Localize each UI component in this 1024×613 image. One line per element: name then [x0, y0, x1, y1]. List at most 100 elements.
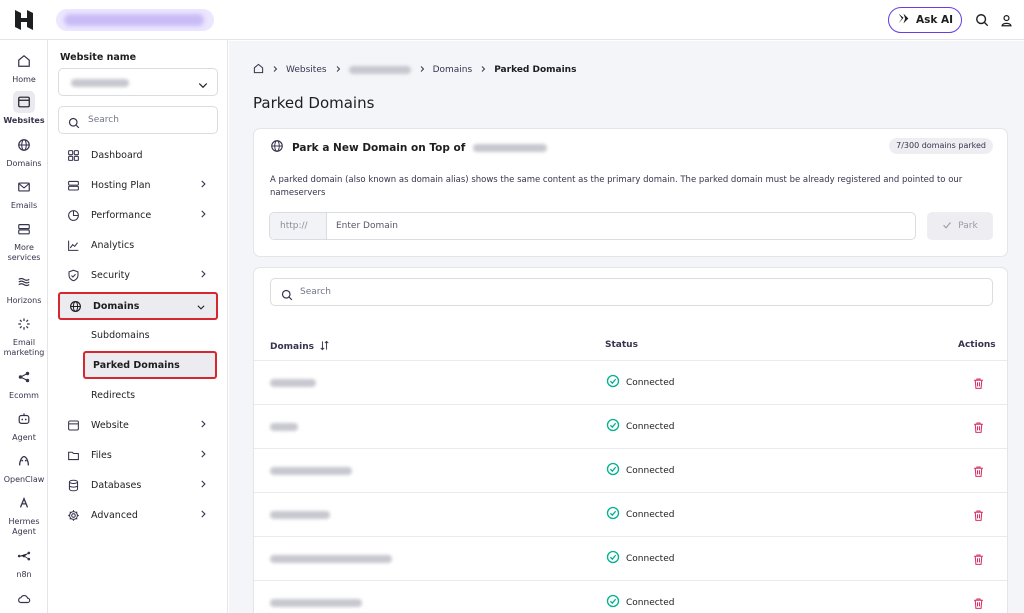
- globe-icon: [67, 298, 83, 314]
- delete-icon[interactable]: [972, 463, 985, 482]
- sidebar-subitem-subdomains[interactable]: Subdomains: [83, 323, 217, 347]
- breadcrumb-domains[interactable]: Domains: [433, 65, 473, 75]
- chevron-right-icon: [198, 479, 208, 492]
- primary-domain-name: [473, 143, 548, 152]
- check-circle-icon: [606, 374, 620, 391]
- sidebar-search-input[interactable]: Search: [58, 106, 218, 134]
- rail-item-n8n[interactable]: n8n: [0, 545, 48, 580]
- table-row: Connected: [254, 492, 1007, 536]
- breadcrumb-current: Parked Domains: [494, 65, 577, 75]
- mail-icon: [13, 176, 35, 198]
- rail-item-agent[interactable]: Agent: [0, 408, 48, 443]
- promo-banner[interactable]: [56, 9, 214, 31]
- share-icon: [13, 366, 35, 388]
- rail-item-horizons[interactable]: Horizons: [0, 271, 48, 306]
- ai-sparkle-icon: [897, 12, 910, 28]
- check-circle-icon: [606, 462, 620, 479]
- table-row: Connected: [254, 360, 1007, 404]
- domain-input[interactable]: http:// Enter Domain: [269, 212, 916, 240]
- chevron-down-icon: [196, 302, 206, 315]
- ask-ai-button[interactable]: Ask AI: [888, 7, 962, 33]
- chevron-right-icon: [198, 509, 208, 522]
- check-circle-icon: [606, 594, 620, 611]
- rail-item-cloud[interactable]: [0, 588, 48, 613]
- chevron-down-icon: [197, 76, 209, 95]
- delete-icon[interactable]: [972, 595, 985, 613]
- delete-icon[interactable]: [972, 551, 985, 570]
- search-icon: [68, 114, 80, 133]
- domain-field[interactable]: Enter Domain: [327, 213, 915, 239]
- home-icon[interactable]: [253, 63, 264, 77]
- breadcrumb-website[interactable]: [348, 66, 411, 74]
- sidebar-item-domains[interactable]: Domains: [58, 292, 218, 320]
- status-badge: Connected: [606, 462, 674, 479]
- breadcrumb-websites[interactable]: Websites: [286, 65, 327, 75]
- rail-item-ecomm[interactable]: Ecomm: [0, 366, 48, 401]
- table-search-input[interactable]: Search: [270, 278, 993, 306]
- delete-icon[interactable]: [972, 375, 985, 394]
- agent-icon: [13, 408, 35, 430]
- sidebar-item-hosting-plan[interactable]: Hosting Plan: [58, 173, 218, 197]
- browser-icon: [13, 91, 35, 113]
- domain-name: [270, 555, 392, 563]
- sidebar-item-security[interactable]: Security: [58, 263, 218, 287]
- website-selector[interactable]: [58, 68, 218, 96]
- rail-item-home[interactable]: Home: [0, 50, 48, 85]
- rail-item-openclaw[interactable]: OpenClaw: [0, 450, 48, 485]
- park-button[interactable]: Park: [927, 212, 993, 240]
- rail-item-websites[interactable]: Websites: [0, 91, 48, 126]
- check-circle-icon: [606, 506, 620, 523]
- domain-name: [270, 599, 362, 607]
- server-icon: [65, 177, 81, 193]
- sidebar-item-performance[interactable]: Performance: [58, 203, 218, 227]
- protocol-prefix: http://: [270, 213, 327, 239]
- sidebar-item-dashboard[interactable]: Dashboard: [58, 143, 218, 167]
- sidebar-subitem-parked-domains[interactable]: Parked Domains: [83, 351, 217, 379]
- column-header-domains[interactable]: Domains: [270, 340, 330, 354]
- sidebar-item-databases[interactable]: Databases: [58, 473, 218, 497]
- page-title: Parked Domains: [253, 94, 375, 112]
- domain-name: [270, 379, 316, 387]
- cloud-icon: [13, 588, 35, 610]
- hostinger-logo-icon[interactable]: [12, 8, 36, 32]
- rail-item-emails[interactable]: Emails: [0, 176, 48, 211]
- chevron-right-icon: [198, 269, 208, 282]
- sidebar-item-files[interactable]: Files: [58, 443, 218, 467]
- delete-icon[interactable]: [972, 419, 985, 438]
- column-header-actions: Actions: [958, 340, 996, 350]
- main-content: Websites Domains Parked Domains Parked D…: [229, 41, 1024, 613]
- chevron-right-icon: [198, 449, 208, 462]
- search-icon[interactable]: [972, 10, 992, 30]
- sidebar-subitem-redirects[interactable]: Redirects: [83, 383, 217, 407]
- dashboard-grid-icon: [65, 147, 81, 163]
- folder-icon: [65, 447, 81, 463]
- sidebar-title: Website name: [60, 52, 137, 63]
- rail-item-email-marketing[interactable]: Email marketing: [0, 313, 48, 358]
- chevron-right-icon: [479, 65, 487, 76]
- parked-domains-table: Search Domains Status Actions Connected …: [253, 267, 1008, 613]
- domain-name: [270, 511, 330, 519]
- sort-icon[interactable]: [319, 340, 330, 354]
- sidebar-item-website[interactable]: Website: [58, 413, 218, 437]
- sidebar-item-advanced[interactable]: Advanced: [58, 503, 218, 527]
- shield-icon: [65, 267, 81, 283]
- chevron-right-icon: [334, 65, 342, 76]
- rail-item-domains[interactable]: Domains: [0, 134, 48, 169]
- database-icon: [65, 477, 81, 493]
- sidebar-item-analytics[interactable]: Analytics: [58, 233, 218, 257]
- sparkle-icon: [13, 313, 35, 335]
- domain-name: [270, 467, 352, 475]
- column-header-status: Status: [605, 340, 638, 350]
- user-icon[interactable]: [996, 10, 1016, 30]
- park-domain-card: Park a New Domain on Top of 7/300 domain…: [253, 128, 1008, 257]
- park-domain-heading: Park a New Domain on Top of: [270, 139, 548, 156]
- rail-item-more-services[interactable]: More services: [0, 218, 48, 263]
- delete-icon[interactable]: [972, 507, 985, 526]
- claw-icon: [13, 450, 35, 472]
- status-badge: Connected: [606, 550, 674, 567]
- status-badge: Connected: [606, 418, 674, 435]
- rail-item-hermes-agent[interactable]: Hermes Agent: [0, 492, 48, 537]
- chevron-right-icon: [198, 419, 208, 432]
- server-icon: [13, 218, 35, 240]
- check-icon: [942, 220, 952, 233]
